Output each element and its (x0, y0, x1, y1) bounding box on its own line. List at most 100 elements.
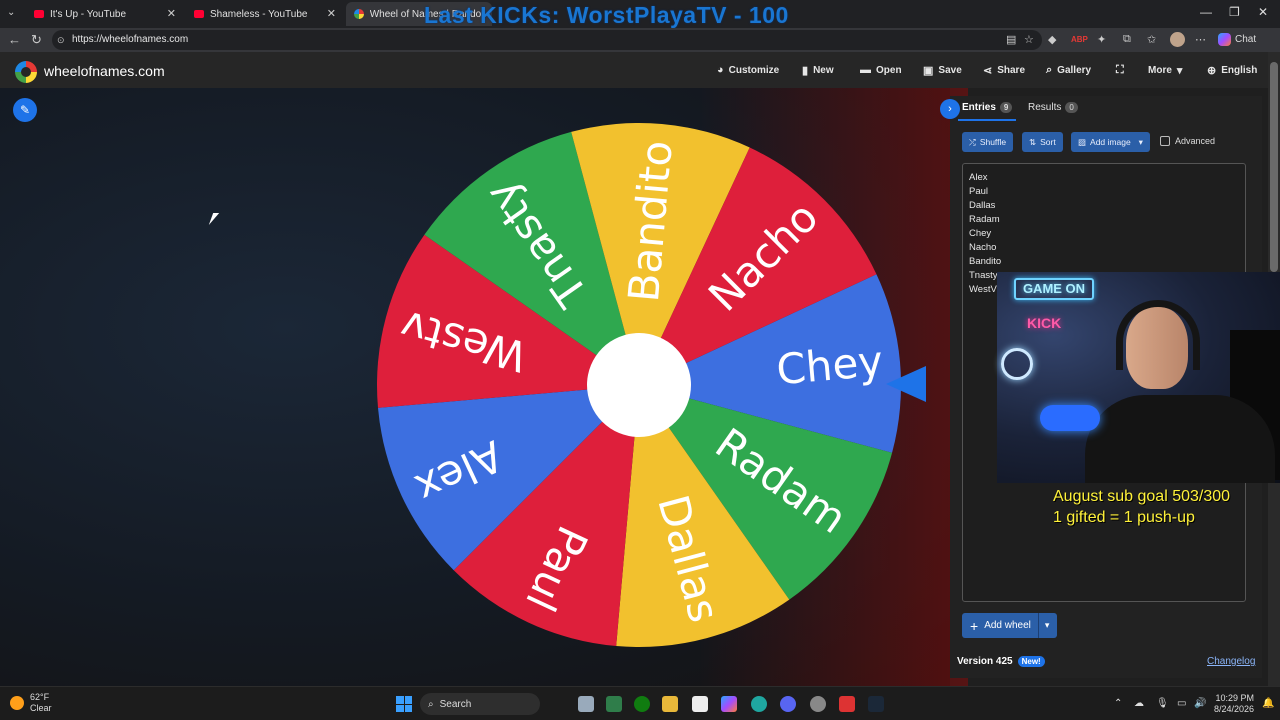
obs-icon[interactable] (810, 696, 826, 712)
weather-sun-icon (10, 696, 24, 710)
changelog-link[interactable]: Changelog (1207, 656, 1255, 667)
volume-icon[interactable]: 🔊 (1194, 698, 1206, 709)
extension-icon[interactable]: ◆ (1048, 33, 1056, 46)
copilot-chat-button[interactable]: Chat (1218, 33, 1256, 46)
extensions-puzzle-icon[interactable]: ✦ (1097, 33, 1106, 46)
more-options-icon[interactable]: ⋯ (1195, 33, 1206, 46)
close-window-icon[interactable]: ✕ (1258, 5, 1268, 19)
file-explorer-icon[interactable] (662, 696, 678, 712)
maximize-icon[interactable]: ❐ (1229, 5, 1240, 19)
reader-icon[interactable]: ▤ (1006, 33, 1016, 46)
microphone (1040, 405, 1100, 431)
language-button[interactable]: ⊕ English (1207, 64, 1257, 77)
gallery-button[interactable]: ⌕ Gallery (1046, 64, 1091, 77)
add-wheel-dropdown-icon[interactable]: ▾ (1039, 620, 1056, 631)
tray-chevron-up-icon[interactable]: ⌃ (1114, 698, 1122, 709)
file-icon: ▮ (802, 65, 809, 77)
version-info: Version 425 New! (957, 656, 1045, 667)
taskbar-search[interactable]: ⌕ Search (420, 693, 540, 715)
entry-line[interactable]: Tnasty (969, 270, 998, 281)
customize-button[interactable]: ◕ Customize (717, 64, 779, 76)
back-icon[interactable]: ← (8, 32, 21, 47)
entry-line[interactable]: Paul (969, 186, 988, 197)
entries-tab-label: Entries (962, 102, 996, 113)
brand-name[interactable]: wheelofnames.com (44, 63, 165, 79)
tab-list-chevron-icon[interactable]: ⌄ (7, 7, 15, 18)
entry-line[interactable]: Nacho (969, 242, 996, 253)
minimize-icon[interactable]: — (1200, 5, 1212, 19)
microphone-tray-icon[interactable]: 🎙 (1156, 698, 1169, 709)
more-menu-button[interactable]: More ▾ (1148, 64, 1182, 77)
steam-icon[interactable] (868, 696, 884, 712)
sort-icon: ⇅ (1029, 136, 1037, 147)
sub-goal-line-1: August sub goal 503/300 (1053, 488, 1231, 505)
add-image-button[interactable]: ▨ Add image ▾ (1071, 132, 1150, 152)
windows-start-icon[interactable] (396, 696, 412, 712)
close-tab-icon[interactable]: ✕ (327, 7, 336, 20)
notifications-bell-icon[interactable]: 🔔 (1262, 698, 1274, 709)
folder-icon: ▬ (860, 64, 871, 76)
fullscreen-button[interactable]: ⛶ (1116, 64, 1124, 77)
sort-button[interactable]: ⇅ Sort (1022, 132, 1063, 152)
split-screen-icon[interactable]: ⧉ (1123, 33, 1131, 46)
version-label: Version 425 (957, 656, 1013, 667)
favorites-icon[interactable]: ✩ (1147, 33, 1156, 46)
new-button[interactable]: ▮ New (802, 64, 834, 77)
caret-down-icon: ▾ (1176, 65, 1183, 77)
wheel-of-names[interactable]: CheyRadamDallasPaulAlexWestvTnasty Bandit… (372, 118, 906, 652)
tab-title: Shameless - YouTube (210, 8, 308, 20)
tray-cloud-icon[interactable]: ☁ (1134, 698, 1144, 709)
entry-line[interactable]: Alex (969, 172, 987, 183)
tab-its-up[interactable]: It's Up - YouTube ✕ (26, 2, 184, 26)
wheel-pointer (886, 366, 926, 402)
entry-line[interactable]: Chey (969, 228, 991, 239)
tab-results[interactable]: Results 0 (1028, 102, 1078, 113)
wheel-center-hub[interactable] (587, 333, 691, 437)
collapse-panel-chevron-icon[interactable]: › (940, 99, 960, 119)
shuffle-icon: ⤮ (969, 136, 976, 147)
wheel-logo-icon[interactable] (15, 61, 37, 83)
entry-line[interactable]: Radam (969, 214, 1000, 225)
xbox-icon[interactable] (634, 696, 650, 712)
save-button[interactable]: ▣ Save (923, 64, 962, 77)
add-wheel-button[interactable]: + Add wheel ▾ (962, 613, 1057, 638)
tab-shameless[interactable]: Shameless - YouTube ✕ (186, 2, 344, 26)
checkbox-box[interactable] (1160, 136, 1170, 146)
advanced-checkbox[interactable]: Advanced (1160, 136, 1215, 146)
youtube-icon (34, 10, 44, 18)
edge-browser-icon[interactable] (751, 696, 767, 712)
advanced-label: Advanced (1175, 136, 1216, 146)
palette-icon: ◕ (717, 64, 724, 76)
store-icon[interactable] (606, 696, 622, 712)
new-badge: New! (1017, 656, 1045, 667)
temperature: 62°F (30, 692, 50, 702)
entry-line[interactable]: Dallas (969, 200, 995, 211)
close-tab-icon[interactable]: ✕ (167, 7, 176, 20)
taskbar-clock[interactable]: 10:29 PM 8/24/2026 (1214, 693, 1254, 715)
address-bar[interactable]: ⊙ https://wheelofnames.com (52, 30, 1042, 50)
task-view-icon[interactable] (578, 696, 594, 712)
open-button[interactable]: ▬ Open (860, 64, 902, 76)
refresh-icon[interactable]: ↻ (31, 32, 42, 48)
favorite-star-icon[interactable]: ☆ (1024, 33, 1034, 46)
discord-icon[interactable] (780, 696, 796, 712)
sub-goal-line-2: 1 gifted = 1 push-up (1053, 509, 1195, 526)
youtube-icon (194, 10, 204, 18)
weather-widget[interactable]: 62°F Clear (10, 692, 52, 714)
edit-pencil-icon[interactable]: ✎ (13, 98, 37, 122)
notepad-icon[interactable] (692, 696, 708, 712)
profile-avatar[interactable] (1170, 32, 1185, 47)
shuffle-button[interactable]: ⤮ Shuffle (962, 132, 1014, 152)
site-info-icon[interactable]: ⊙ (57, 30, 65, 50)
entry-line[interactable]: Bandito (969, 256, 1001, 267)
network-icon[interactable]: ▭ (1177, 698, 1186, 709)
entry-line[interactable]: WestV (969, 284, 997, 295)
adblock-icon[interactable]: ABP (1071, 35, 1088, 44)
plus-icon: + (970, 617, 979, 634)
share-button[interactable]: ⋖ Share (983, 64, 1025, 77)
scrollbar-thumb[interactable] (1270, 62, 1278, 272)
tab-entries[interactable]: Entries 9 (957, 102, 1017, 121)
app-pin-icon[interactable] (839, 696, 855, 712)
copilot-app-icon[interactable] (721, 696, 737, 712)
chat-label: Chat (1235, 34, 1257, 45)
